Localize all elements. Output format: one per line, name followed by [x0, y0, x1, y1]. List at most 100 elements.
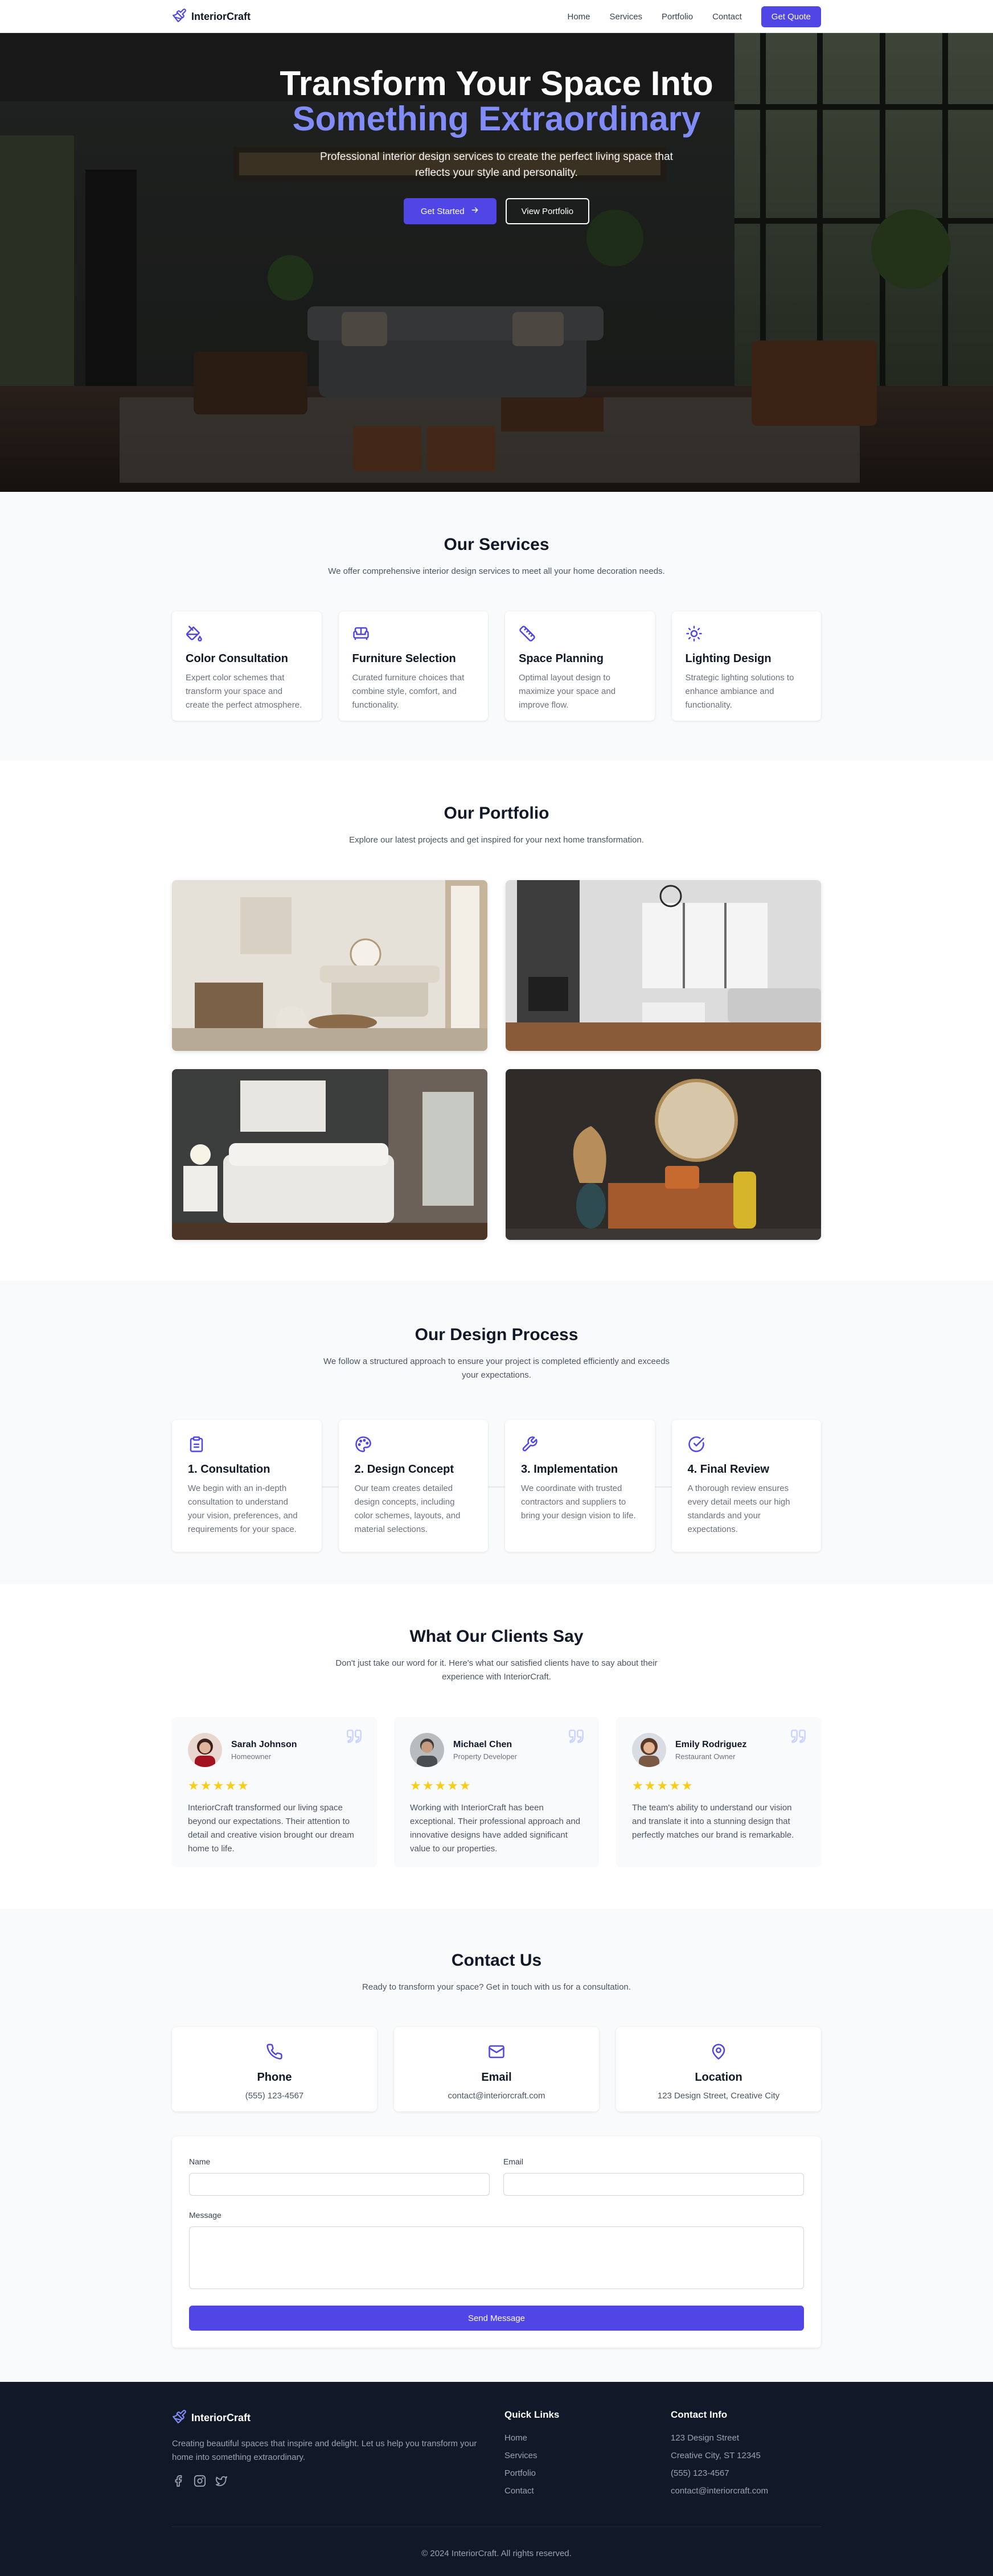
ruler-icon [519, 625, 641, 642]
footer-address-street: 123 Design Street [671, 2433, 740, 2443]
portfolio-section: Our Portfolio Explore our latest project… [0, 761, 993, 1281]
step-title: 3. Implementation [521, 1463, 618, 1476]
contact-card-title: Email [481, 2071, 512, 2084]
palette-icon [355, 1436, 473, 1453]
brand-logo[interactable]: InteriorCraft [172, 8, 251, 26]
service-title: Color Consultation [186, 652, 288, 665]
contact-card-email: Email contact@interiorcraft.com [394, 2027, 599, 2111]
nav-link-services[interactable]: Services [610, 12, 643, 22]
contact-card-title: Phone [257, 2071, 292, 2084]
hero-title-highlight: Something Extraordinary [292, 100, 701, 138]
instagram-icon[interactable] [194, 2475, 206, 2490]
step-title: 1. Consultation [188, 1463, 270, 1476]
star-rating-icon: ★★★★★ [410, 1778, 472, 1793]
paintbrush-logo-icon [172, 8, 187, 26]
services-subtitle: We offer comprehensive interior design s… [328, 566, 665, 576]
nav-link-home[interactable]: Home [568, 12, 590, 22]
step-text: Our team creates detailed design concept… [354, 1484, 461, 1534]
facebook-icon[interactable] [172, 2475, 184, 2490]
contact-card-location: Location 123 Design Street, Creative Cit… [616, 2027, 821, 2111]
client-role: Restaurant Owner [675, 1752, 736, 1761]
contact-card-value: contact@interiorcraft.com [448, 2091, 545, 2101]
process-step-design-concept: 2. Design Concept Our team creates detai… [338, 1420, 488, 1552]
star-rating-icon: ★★★★★ [632, 1778, 694, 1793]
service-card-furniture: Furniture Selection Curated furniture ch… [338, 611, 488, 721]
footer-brand[interactable]: InteriorCraft [172, 2409, 504, 2427]
contact-card-value: (555) 123-4567 [245, 2091, 304, 2101]
client-role: Property Developer [453, 1752, 517, 1761]
name-input[interactable] [189, 2173, 490, 2196]
footer-brand-name: InteriorCraft [191, 2412, 251, 2423]
service-text: Curated furniture choices that combine s… [352, 673, 465, 710]
testimonial-text: The team's ability to understand our vis… [632, 1803, 794, 1840]
footer: InteriorCraft Creating beautiful spaces … [0, 2382, 993, 2576]
footer-link-home[interactable]: Home [504, 2433, 671, 2443]
step-text: A thorough review ensures every detail m… [687, 1484, 790, 1534]
service-card-space: Space Planning Optimal layout design to … [505, 611, 655, 721]
avatar [188, 1733, 222, 1767]
contact-form: Name Email Message Send Message [172, 2137, 821, 2348]
send-message-button[interactable]: Send Message [189, 2306, 804, 2331]
client-name: Michael Chen [453, 1739, 512, 1749]
paintbrush-logo-icon [172, 2409, 187, 2427]
quick-links-title: Quick Links [504, 2409, 560, 2420]
portfolio-image-entryway[interactable] [506, 1069, 821, 1240]
arrow-right-icon [470, 206, 479, 217]
wrench-icon [521, 1436, 639, 1453]
navbar: InteriorCraft Home Services Portfolio Co… [0, 0, 993, 33]
email-input[interactable] [503, 2173, 804, 2196]
step-title: 4. Final Review [687, 1463, 769, 1476]
get-started-button[interactable]: Get Started [403, 198, 496, 224]
service-title: Furniture Selection [352, 652, 456, 665]
step-text: We begin with an in-depth consultation t… [188, 1484, 298, 1534]
phone-icon [266, 2044, 283, 2063]
social-links [172, 2475, 504, 2490]
paint-bucket-icon [186, 625, 308, 642]
name-label: Name [189, 2157, 211, 2166]
portfolio-image-bedroom[interactable] [172, 1069, 487, 1240]
contact-title: Contact Us [451, 1951, 542, 1970]
portfolio-image-fireplace-room[interactable] [506, 880, 821, 1051]
sofa-icon [352, 625, 475, 642]
testimonial-text: InteriorCraft transformed our living spa… [188, 1803, 354, 1854]
footer-link-portfolio[interactable]: Portfolio [504, 2468, 671, 2478]
copyright: © 2024 InteriorCraft. All rights reserve… [172, 2526, 821, 2558]
testimonials-subtitle: Don't just take our word for it. Here's … [335, 1658, 658, 1682]
footer-description: Creating beautiful spaces that inspire a… [172, 2439, 477, 2462]
hero-subtitle: Professional interior design services to… [320, 151, 673, 179]
quote-icon [790, 1728, 806, 1747]
view-portfolio-button[interactable]: View Portfolio [505, 198, 590, 224]
quote-icon [568, 1728, 584, 1747]
footer-phone: (555) 123-4567 [671, 2468, 729, 2478]
clipboard-icon [188, 1436, 306, 1453]
service-text: Expert color schemes that transform your… [186, 673, 302, 710]
testimonials-title: What Our Clients Say [409, 1627, 584, 1646]
footer-link-contact[interactable]: Contact [504, 2486, 671, 2496]
client-name: Sarah Johnson [231, 1739, 297, 1749]
portfolio-image-living-room[interactable] [172, 880, 487, 1051]
map-pin-icon [710, 2044, 727, 2063]
step-text: We coordinate with trusted contractors a… [521, 1484, 636, 1521]
service-card-color: Color Consultation Expert color schemes … [172, 611, 322, 721]
sun-icon [686, 625, 808, 642]
email-label: Email [503, 2157, 524, 2166]
hero-section: Transform Your Space Into Something Extr… [0, 33, 993, 492]
contact-card-value: 123 Design Street, Creative City [657, 2091, 780, 2101]
message-label: Message [189, 2211, 221, 2220]
nav-link-contact[interactable]: Contact [712, 12, 742, 22]
get-quote-button[interactable]: Get Quote [761, 6, 821, 27]
avatar [632, 1733, 666, 1767]
contact-subtitle: Ready to transform your space? Get in to… [362, 1982, 631, 1992]
step-title: 2. Design Concept [354, 1463, 454, 1476]
footer-link-services[interactable]: Services [504, 2451, 671, 2460]
contact-section: Contact Us Ready to transform your space… [0, 1909, 993, 2382]
twitter-icon[interactable] [215, 2475, 228, 2490]
message-textarea[interactable] [189, 2226, 804, 2289]
service-title: Space Planning [519, 652, 604, 665]
nav-link-portfolio[interactable]: Portfolio [662, 12, 693, 22]
testimonial-card: Sarah Johnson Homeowner ★★★★★ InteriorCr… [172, 1717, 377, 1867]
process-section: Our Design Process We follow a structure… [0, 1281, 993, 1584]
contact-info-title: Contact Info [671, 2409, 728, 2420]
testimonial-card: Michael Chen Property Developer ★★★★★ Wo… [394, 1717, 599, 1867]
testimonials-section: What Our Clients Say Don't just take our… [0, 1584, 993, 1909]
